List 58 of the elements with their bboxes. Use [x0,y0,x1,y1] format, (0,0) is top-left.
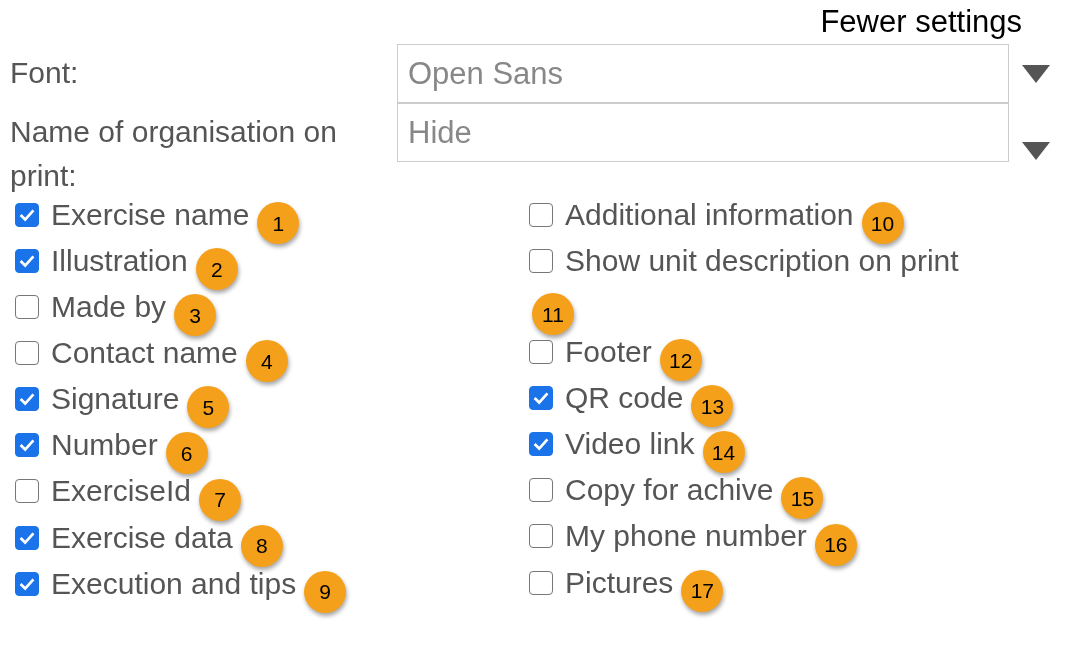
field-label: Font: [10,55,80,91]
checkbox-label: Video link [565,427,695,461]
number-badge: 10 [861,202,904,245]
checkbox[interactable] [15,525,39,550]
checkbox-label: Exercise name [51,198,250,231]
number-badge: 15 [781,477,824,520]
checkbox-label: Illustration [51,244,188,278]
checkbox-label: Contact name [51,336,238,370]
checkbox-label: Pictures [565,565,674,599]
number-badge: 17 [681,569,724,612]
checkbox-label: Execution and tips [51,566,297,600]
number-badge: 11 [532,293,574,336]
checkbox-label: QR code [565,381,684,415]
number-badge: 7 [199,478,242,521]
checkbox[interactable] [15,571,39,596]
number-badge: 6 [165,432,208,475]
checkbox[interactable] [529,386,553,411]
number-badge: 14 [702,431,745,474]
number-badge: 1 [257,202,300,245]
checkbox-label: Number [51,428,158,462]
checkbox[interactable] [15,387,39,412]
checkbox-label: Exercise data [51,520,233,554]
checkbox[interactable] [529,249,553,274]
checkbox[interactable] [529,203,553,227]
checkbox[interactable] [529,524,553,549]
checkbox[interactable] [15,249,39,274]
checkbox[interactable] [15,479,39,504]
number-badge: 2 [195,248,238,291]
number-badge: 3 [174,294,217,337]
checkbox-label: ExerciseId [51,474,192,508]
caret-icon[interactable] [1022,141,1050,160]
fewer-settings-link[interactable]: Fewer settings [820,0,1022,44]
checkbox-label: Footer [565,335,652,369]
checkbox[interactable] [15,341,39,366]
checkbox[interactable] [529,570,553,595]
checkbox[interactable] [529,340,553,365]
checkbox-label: Copy for achive [565,473,774,507]
checkbox-label: Additional information [565,198,854,231]
number-badge: 12 [659,339,702,382]
caret-icon[interactable] [1022,64,1050,83]
dropdown-field[interactable]: Open Sans [397,44,1009,103]
number-badge: 5 [187,386,230,429]
number-badge: 16 [814,523,857,566]
checkbox-label: Signature [51,382,180,416]
checkbox[interactable] [529,432,553,457]
checkbox[interactable] [15,433,39,458]
checkbox[interactable] [15,295,39,320]
checkbox[interactable] [529,478,553,503]
dropdown-field[interactable]: Hide [397,103,1009,162]
number-badge: 13 [691,385,734,428]
number-badge: 8 [240,524,283,567]
checkbox-label: Show unit description on print [565,244,959,278]
number-badge: 4 [245,340,288,383]
field-label: Name of organisation on print: [10,114,338,194]
number-badge: 9 [304,570,347,613]
checkbox-label: My phone number [565,519,807,553]
checkbox[interactable] [15,203,39,227]
checkbox-label: Made by [51,290,167,324]
